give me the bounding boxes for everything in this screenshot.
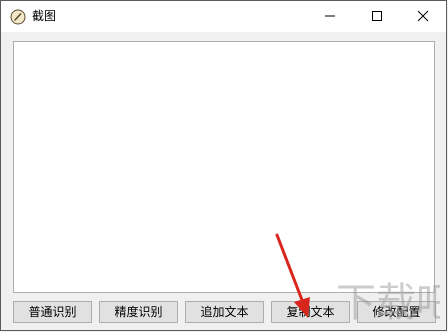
window-title: 截图 bbox=[32, 9, 57, 23]
pencil-circle-icon bbox=[10, 9, 26, 25]
copy-text-button[interactable]: 复制文本 bbox=[271, 301, 350, 323]
close-icon bbox=[417, 7, 429, 26]
normal-recognize-button[interactable]: 普通识别 bbox=[13, 301, 92, 323]
close-button[interactable] bbox=[400, 1, 446, 32]
precise-recognize-button[interactable]: 精度识别 bbox=[99, 301, 178, 323]
result-text-area[interactable] bbox=[13, 41, 435, 293]
app-window: 截图 普通识别 精度识别 追加文本 复制文本 修改配置 bbox=[0, 0, 447, 331]
minimize-icon bbox=[324, 7, 336, 26]
maximize-icon bbox=[371, 7, 383, 26]
title-bar[interactable]: 截图 bbox=[1, 1, 446, 32]
append-text-button[interactable]: 追加文本 bbox=[185, 301, 264, 323]
modify-config-button[interactable]: 修改配置 bbox=[357, 301, 436, 323]
maximize-button[interactable] bbox=[354, 1, 400, 32]
minimize-button[interactable] bbox=[307, 1, 353, 32]
